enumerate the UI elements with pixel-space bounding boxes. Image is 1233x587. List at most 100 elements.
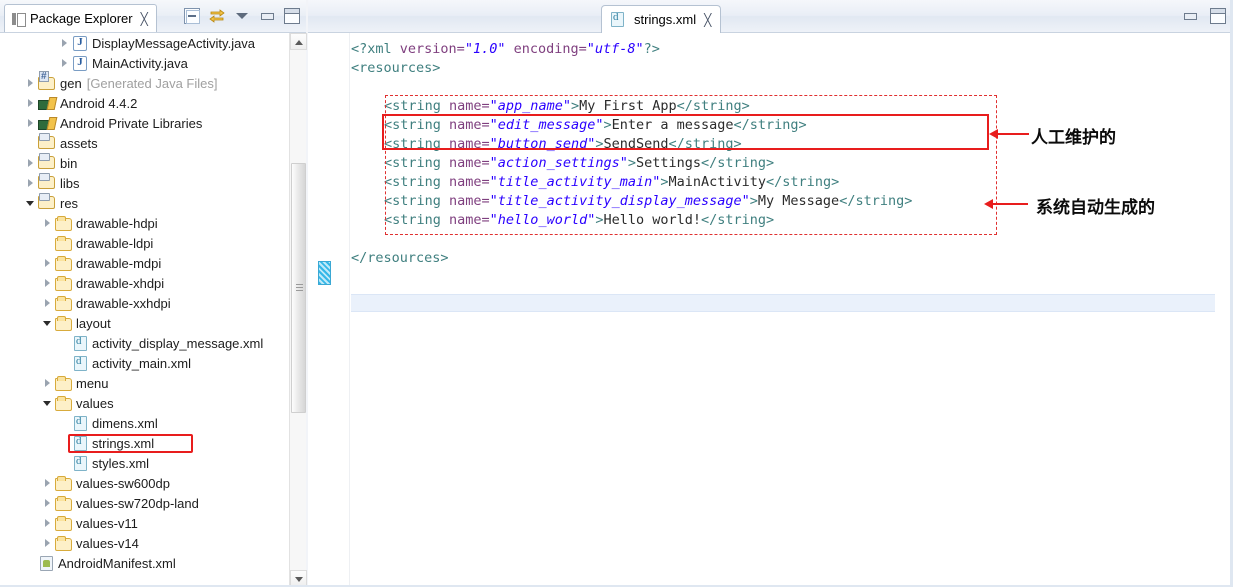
tree-item-activity-main-xml[interactable]: activity_main.xml <box>0 353 289 373</box>
tree-item-drawable-xxhdpi[interactable]: drawable-xxhdpi <box>0 293 289 313</box>
tree-item-android-4-4-2[interactable]: Android 4.4.2 <box>0 93 289 113</box>
tree-item-drawable-hdpi[interactable]: drawable-hdpi <box>0 213 289 233</box>
code-line[interactable]: <string name="action_settings">Settings<… <box>351 154 1215 173</box>
folder-icon <box>55 376 72 391</box>
code-token-attr: name= <box>449 155 490 171</box>
code-token-tagc: <string <box>384 136 450 152</box>
tree-item-menu[interactable]: menu <box>0 373 289 393</box>
scrollbar-thumb[interactable] <box>291 163 306 413</box>
expand-arrow-closed-icon[interactable] <box>59 38 70 49</box>
expand-arrow-closed-icon[interactable] <box>25 78 36 89</box>
tree-item-libs[interactable]: libs <box>0 173 289 193</box>
code-line[interactable]: </resources> <box>351 249 1215 268</box>
tree-item-label: AndroidManifest.xml <box>58 555 176 571</box>
tree-item-bin[interactable]: bin <box>0 153 289 173</box>
tree-item-label: drawable-xxhdpi <box>76 295 171 311</box>
tree-item-mainactivity-java[interactable]: MainActivity.java <box>0 53 289 73</box>
expand-arrow-closed-icon[interactable] <box>42 378 53 389</box>
scroll-up-icon[interactable] <box>290 33 307 50</box>
expand-arrow-closed-icon[interactable] <box>42 298 53 309</box>
expand-arrow-closed-icon[interactable] <box>42 218 53 229</box>
tree-item-styles-xml[interactable]: styles.xml <box>0 453 289 473</box>
code-token-tagc: </string> <box>701 155 775 171</box>
tree-item-drawable-mdpi[interactable]: drawable-mdpi <box>0 253 289 273</box>
tree-item-assets[interactable]: assets <box>0 133 289 153</box>
expand-arrow-closed-icon[interactable] <box>42 478 53 489</box>
xml-file-icon <box>74 455 87 471</box>
code-token-attr: name= <box>449 136 490 152</box>
expand-arrow-closed-icon[interactable] <box>42 518 53 529</box>
java-file-icon <box>73 55 87 71</box>
project-tree[interactable]: DisplayMessageActivity.java MainActivity.… <box>0 33 289 587</box>
ruler-marker-icon[interactable] <box>318 261 331 285</box>
expand-arrow-closed-icon[interactable] <box>59 58 70 69</box>
tree-item-dimens-xml[interactable]: dimens.xml <box>0 413 289 433</box>
tree-item-activity-display-message-xml[interactable]: activity_display_message.xml <box>0 333 289 353</box>
expand-arrow-open-icon[interactable] <box>42 398 53 409</box>
code-token-tagc: <string <box>384 174 450 190</box>
expand-arrow-closed-icon[interactable] <box>42 498 53 509</box>
code-line[interactable] <box>351 230 1215 249</box>
code-token-attr: name= <box>449 174 490 190</box>
folder-icon <box>55 216 72 231</box>
package-explorer-tab[interactable]: Package Explorer ╳ <box>4 4 157 32</box>
code-token-tagc: </string> <box>733 117 807 133</box>
tree-item-drawable-xhdpi[interactable]: drawable-xhdpi <box>0 273 289 293</box>
tree-item-values-sw600dp[interactable]: values-sw600dp <box>0 473 289 493</box>
expand-arrow-none-icon <box>59 358 70 369</box>
expand-arrow-closed-icon[interactable] <box>42 538 53 549</box>
tree-item-drawable-ldpi[interactable]: drawable-ldpi <box>0 233 289 253</box>
maximize-icon[interactable] <box>284 8 300 24</box>
code-token-attr: name= <box>449 212 490 228</box>
vertical-ruler[interactable] <box>308 33 350 587</box>
code-token-txt: My First App <box>579 98 677 114</box>
code-token-pi: <?xml <box>351 41 400 57</box>
expand-arrow-none-icon <box>59 458 70 469</box>
expand-arrow-closed-icon[interactable] <box>25 98 36 109</box>
tree-item-label: values-v11 <box>76 515 138 531</box>
close-icon[interactable]: ╳ <box>704 14 711 26</box>
code-token-txt: Hello world! <box>603 212 702 228</box>
expand-arrow-closed-icon[interactable] <box>42 258 53 269</box>
tree-item-android-private-libraries[interactable]: Android Private Libraries <box>0 113 289 133</box>
expand-arrow-closed-icon[interactable] <box>25 178 36 189</box>
tree-item-strings-xml[interactable]: strings.xml <box>0 433 289 453</box>
expand-arrow-open-icon[interactable] <box>42 318 53 329</box>
code-token-tagc: > <box>749 193 758 209</box>
collapse-all-icon[interactable] <box>184 8 200 24</box>
tree-item-label: values <box>76 395 114 411</box>
code-line[interactable]: <resources> <box>351 59 1215 78</box>
code-line[interactable]: <string name="title_activity_main">MainA… <box>351 173 1215 192</box>
code-token-tagc: <string <box>384 117 450 133</box>
tree-item-values-v11[interactable]: values-v11 <box>0 513 289 533</box>
tree-item-label: values-sw720dp-land <box>76 495 199 511</box>
code-pane[interactable]: <?xml version="1.0" encoding="utf-8"?> <r… <box>308 33 1233 587</box>
folder-icon <box>55 256 72 271</box>
tree-item-androidmanifest-xml[interactable]: AndroidManifest.xml <box>0 553 289 573</box>
editor-tab-strings-xml[interactable]: strings.xml ╳ <box>601 5 722 33</box>
tree-item-layout[interactable]: layout <box>0 313 289 333</box>
view-menu-icon[interactable] <box>234 8 250 24</box>
code-text[interactable]: <?xml version="1.0" encoding="utf-8"?> <r… <box>351 33 1215 587</box>
tree-item-values-v14[interactable]: values-v14 <box>0 533 289 553</box>
tree-item-gen[interactable]: gen[Generated Java Files] <box>0 71 289 93</box>
package-explorer-scrollbar[interactable] <box>289 33 307 587</box>
tree-item-values[interactable]: values <box>0 393 289 413</box>
code-line[interactable]: <?xml version="1.0" encoding="utf-8"?> <box>351 40 1215 59</box>
expand-arrow-open-icon[interactable] <box>25 198 36 209</box>
tree-item-values-sw720dp-land[interactable]: values-sw720dp-land <box>0 493 289 513</box>
expand-arrow-closed-icon[interactable] <box>25 118 36 129</box>
expand-arrow-closed-icon[interactable] <box>25 158 36 169</box>
close-icon[interactable]: ╳ <box>141 13 148 25</box>
expand-arrow-closed-icon[interactable] <box>42 278 53 289</box>
code-token-tagc: <string <box>384 98 450 114</box>
minimize-icon[interactable] <box>259 8 275 24</box>
package-explorer-titlebar: Package Explorer ╳ <box>0 0 306 33</box>
maximize-icon[interactable] <box>1210 8 1226 24</box>
code-line[interactable]: <string name="app_name">My First App</st… <box>351 97 1215 116</box>
tree-item-displaymessageactivity-java[interactable]: DisplayMessageActivity.java <box>0 33 289 53</box>
code-line[interactable] <box>351 78 1215 97</box>
minimize-icon[interactable] <box>1182 8 1198 24</box>
tree-item-res[interactable]: res <box>0 193 289 213</box>
link-with-editor-icon[interactable] <box>209 8 225 24</box>
